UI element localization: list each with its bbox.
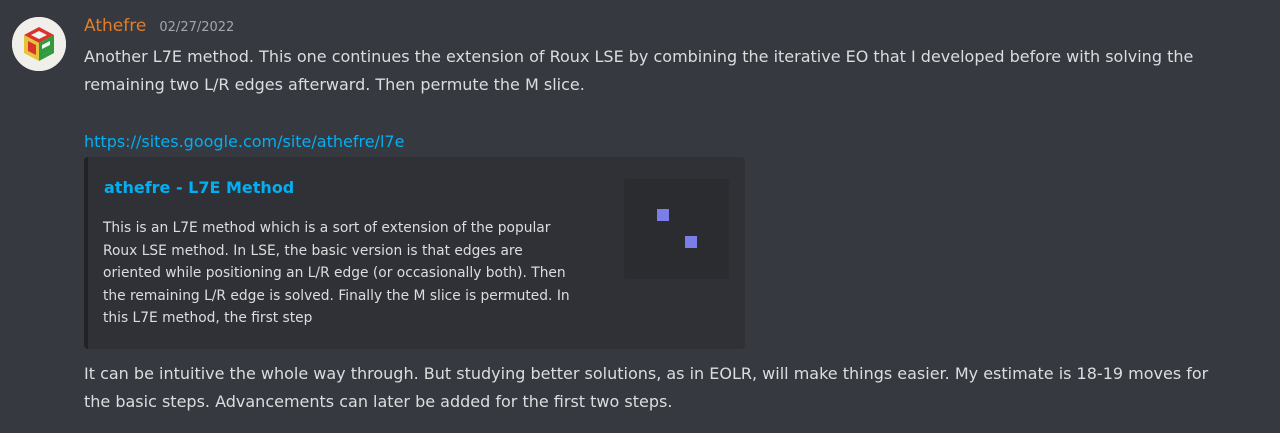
message-link[interactable]: https://sites.google.com/site/athefre/l7… <box>84 128 404 156</box>
embed-description-line: the remaining L/R edge is solved. Finall… <box>103 287 570 304</box>
timestamp: 02/27/2022 <box>159 20 235 35</box>
thumbnail-square <box>685 236 697 248</box>
message-text-line: remaining two L/R edges afterward. Then … <box>84 75 585 94</box>
message-text-line: Another L7E method. This one continues t… <box>84 47 1194 66</box>
embed-description: This is an L7E method which is a sort of… <box>103 217 603 330</box>
chat-message: Athefre 02/27/2022 Another L7E method. T… <box>0 0 1280 433</box>
cube-logo-icon <box>12 17 66 71</box>
embed-description-line: Roux LSE method. In LSE, the basic versi… <box>103 242 523 259</box>
link-embed: athefre - L7E Method This is an L7E meth… <box>84 157 745 349</box>
embed-description-line: this L7E method, the first step <box>103 310 313 326</box>
avatar[interactable] <box>12 17 66 71</box>
message-header: Athefre 02/27/2022 <box>84 16 234 44</box>
embed-description-line: This is an L7E method which is a sort of… <box>103 220 551 236</box>
message-text-line: It can be intuitive the whole way throug… <box>84 364 1209 383</box>
username[interactable]: Athefre <box>84 16 146 36</box>
message-text-line: the basic steps. Advancements can later … <box>84 392 673 411</box>
embed-description-line: oriented while positioning an L/R edge (… <box>103 265 566 281</box>
thumbnail-square <box>657 209 669 221</box>
site-thumbnail-icon[interactable] <box>624 179 729 279</box>
embed-title[interactable]: athefre - L7E Method <box>104 178 294 197</box>
